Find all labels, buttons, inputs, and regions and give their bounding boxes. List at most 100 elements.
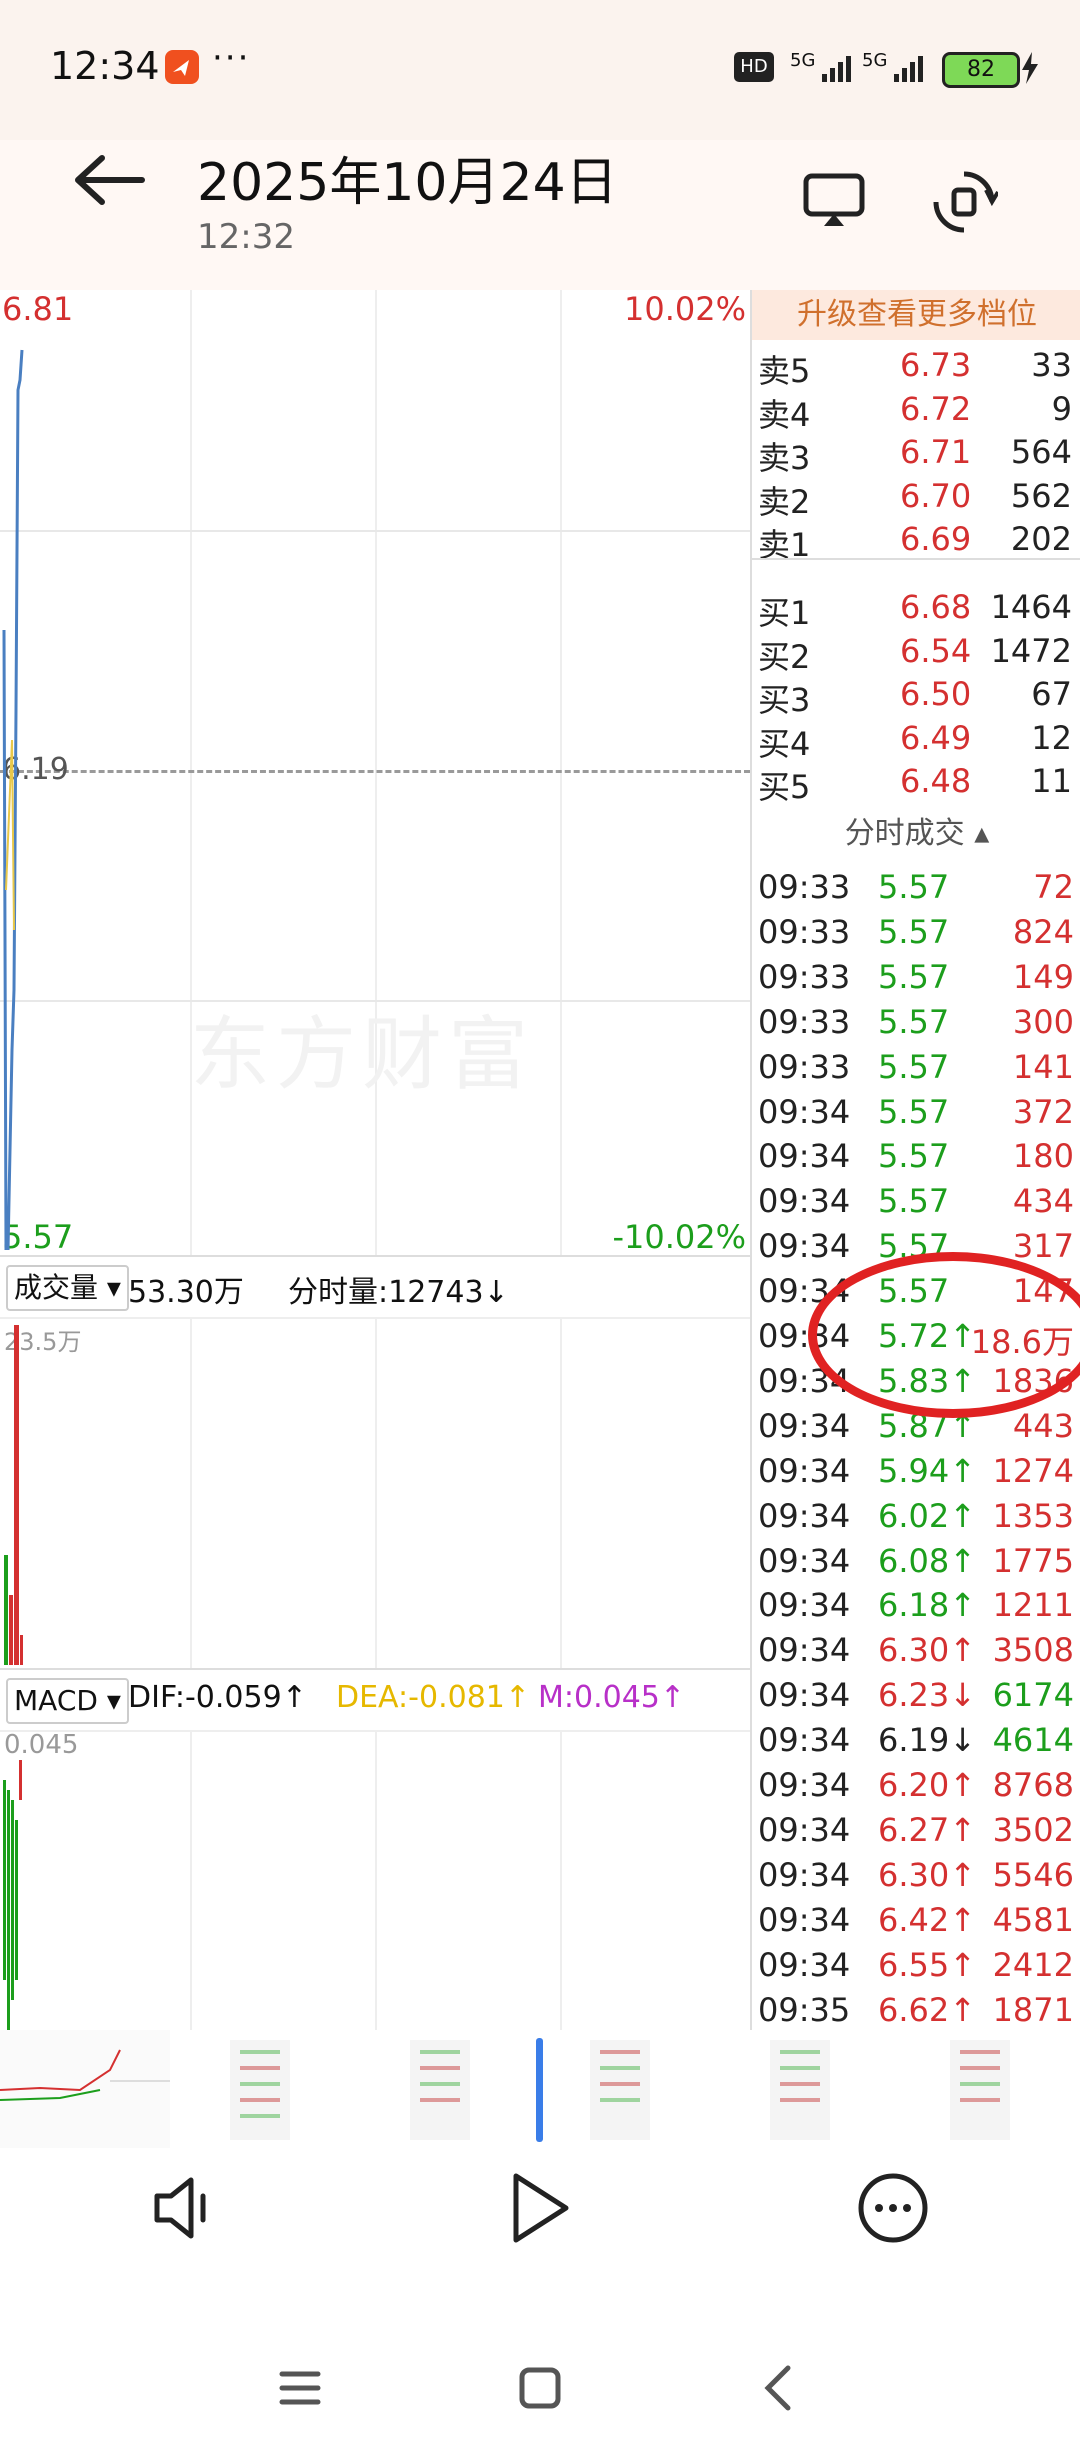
trade-volume: 5546: [992, 1855, 1074, 1894]
level-label: 买1: [758, 594, 811, 632]
trade-time: 09:34: [758, 1182, 851, 1221]
cast-screen-icon[interactable]: [800, 170, 870, 230]
level-label: 买3: [758, 681, 811, 719]
back-button[interactable]: [70, 150, 150, 210]
level-volume: 9: [1051, 389, 1072, 428]
thumbnail-frame[interactable]: [540, 2030, 710, 2148]
volume-indicator-selector[interactable]: 成交量 ▾: [6, 1265, 129, 1311]
trade-time: 09:33: [758, 912, 851, 951]
thumbnail-frame[interactable]: [360, 2030, 530, 2148]
macd-bar: [15, 1820, 18, 1980]
trade-time: 09:34: [758, 1137, 851, 1176]
trade-price: 5.57: [878, 1047, 950, 1086]
bid-row[interactable]: 买5 6.48 11: [752, 762, 1080, 806]
level-volume: 564: [1010, 433, 1072, 471]
level-label: 买4: [758, 724, 811, 763]
bid-row[interactable]: 买3 6.50 67: [752, 675, 1080, 719]
ask-row[interactable]: 卖5 6.73 33: [752, 346, 1080, 390]
trade-row: 09:33 5.57 824: [752, 913, 1080, 958]
thumbnail-frame[interactable]: [900, 2030, 1070, 2148]
macd-bar: [3, 1780, 6, 1980]
macd-indicator-selector[interactable]: MACD ▾: [6, 1678, 129, 1724]
trade-time: 09:34: [758, 1810, 851, 1849]
trade-row: 09:34 6.02↑ 1353: [752, 1497, 1080, 1542]
macd-bar: [7, 1790, 10, 2030]
trade-volume: 1775: [992, 1541, 1074, 1580]
level-volume: 562: [1010, 476, 1072, 515]
trade-price: 6.55↑: [878, 1945, 977, 1984]
trade-row: 09:34 6.30↑ 5546: [752, 1856, 1080, 1901]
more-options-icon[interactable]: [853, 2168, 933, 2248]
battery-indicator: 82: [942, 52, 1020, 88]
level-price: 6.50: [900, 675, 972, 713]
macd-header: MACD ▾ DIF:-0.059↑ DEA:-0.081↑ M:0.045↑: [0, 1668, 750, 1732]
bid-row[interactable]: 买4 6.49 12: [752, 718, 1080, 763]
trade-time: 09:34: [758, 1766, 851, 1804]
level-label: 卖5: [758, 352, 811, 390]
macd-bar: [19, 1760, 22, 1800]
menu-icon[interactable]: [270, 2358, 330, 2418]
ask-row[interactable]: 卖1 6.69 202: [752, 520, 1080, 564]
trade-price: 6.20↑: [878, 1766, 977, 1804]
bid-row[interactable]: 买1 6.68 1464: [752, 588, 1080, 632]
trade-row: 09:34 5.57 372: [752, 1093, 1080, 1138]
trade-row: 09:33 5.57 141: [752, 1048, 1080, 1093]
home-icon[interactable]: [510, 2358, 570, 2418]
trade-row: 09:34 6.18↑ 1211: [752, 1586, 1080, 1631]
playback-position-handle[interactable]: [536, 2038, 543, 2142]
level-price: 6.54: [900, 631, 972, 670]
volume-selector-label: 成交量: [14, 1271, 99, 1304]
trade-row: 09:33 5.57 300: [752, 1003, 1080, 1048]
trade-row: 09:34 5.57 434: [752, 1182, 1080, 1227]
trade-price: 6.30↑: [878, 1631, 977, 1670]
trade-price: 6.27↑: [878, 1810, 977, 1849]
trade-time: 09:35: [758, 1990, 851, 2029]
trade-price: 5.57: [878, 1002, 950, 1041]
trade-price: 5.57: [878, 1092, 950, 1131]
trade-row: 09:34 6.30↑ 3508: [752, 1631, 1080, 1676]
level-volume: 12: [1031, 718, 1072, 757]
trade-row: 09:34 6.42↑ 4581: [752, 1901, 1080, 1946]
ask-row[interactable]: 卖2 6.70 562: [752, 476, 1080, 521]
trade-time: 09:34: [758, 1451, 851, 1490]
trade-volume: 180: [1012, 1137, 1074, 1176]
thumbnail-frame[interactable]: [720, 2030, 890, 2148]
play-icon[interactable]: [500, 2168, 580, 2248]
intraday-chart[interactable]: 6.81 10.02% 6.19 5.57 -10.02% 东方财富 成交量 ▾…: [0, 290, 750, 2030]
trade-price: 6.30↑: [878, 1855, 977, 1894]
thumbnail-frame[interactable]: [180, 2030, 350, 2148]
signal-icon-2: [894, 54, 926, 86]
level-volume: 33: [1031, 346, 1072, 384]
trade-row: 09:34 5.94↑ 1274: [752, 1452, 1080, 1497]
trade-time: 09:34: [758, 1406, 851, 1445]
level-price: 6.49: [900, 718, 972, 757]
macd-bar: [11, 1800, 14, 2000]
trade-price: 6.18↑: [878, 1586, 977, 1625]
trade-row: 09:34 6.23↓ 6174: [752, 1676, 1080, 1721]
trade-volume: 317: [1012, 1227, 1074, 1266]
thumbnail-frame[interactable]: [0, 2030, 170, 2148]
upgrade-button[interactable]: 升级查看更多档位: [752, 290, 1080, 340]
volume-bar: [20, 1635, 23, 1665]
macd-dif: DIF:-0.059↑: [128, 1680, 307, 1715]
trade-row: 09:34 6.20↑ 8768: [752, 1766, 1080, 1811]
speaker-icon[interactable]: [145, 2168, 225, 2248]
bid-row[interactable]: 买2 6.54 1472: [752, 631, 1080, 676]
ask-row[interactable]: 卖4 6.72 9: [752, 389, 1080, 434]
page-subtitle: 12:32: [197, 217, 295, 257]
back-icon[interactable]: [750, 2358, 810, 2418]
trades-title[interactable]: 分时成交 ▴: [752, 812, 1080, 856]
more-notifications-indicator: ···: [212, 38, 251, 78]
order-panel: 升级查看更多档位 卖5 6.73 33 卖4 6.72 9 卖3 6.71 564 卖2 6.70 5…: [750, 290, 1080, 2030]
rotate-screen-icon[interactable]: [930, 168, 1000, 236]
volume-bar: [14, 1325, 19, 1665]
level-price: 6.71: [900, 433, 972, 471]
trade-volume: 1353: [992, 1496, 1074, 1535]
charging-icon: [1020, 52, 1040, 88]
level-price: 6.68: [900, 588, 972, 626]
page-title: 2025年10月24日: [197, 153, 618, 213]
trade-row: 09:34 5.57 180: [752, 1137, 1080, 1182]
level-volume: 11: [1031, 762, 1072, 800]
ask-row[interactable]: 卖3 6.71 564: [752, 433, 1080, 477]
trade-price: 6.02↑: [878, 1496, 977, 1535]
